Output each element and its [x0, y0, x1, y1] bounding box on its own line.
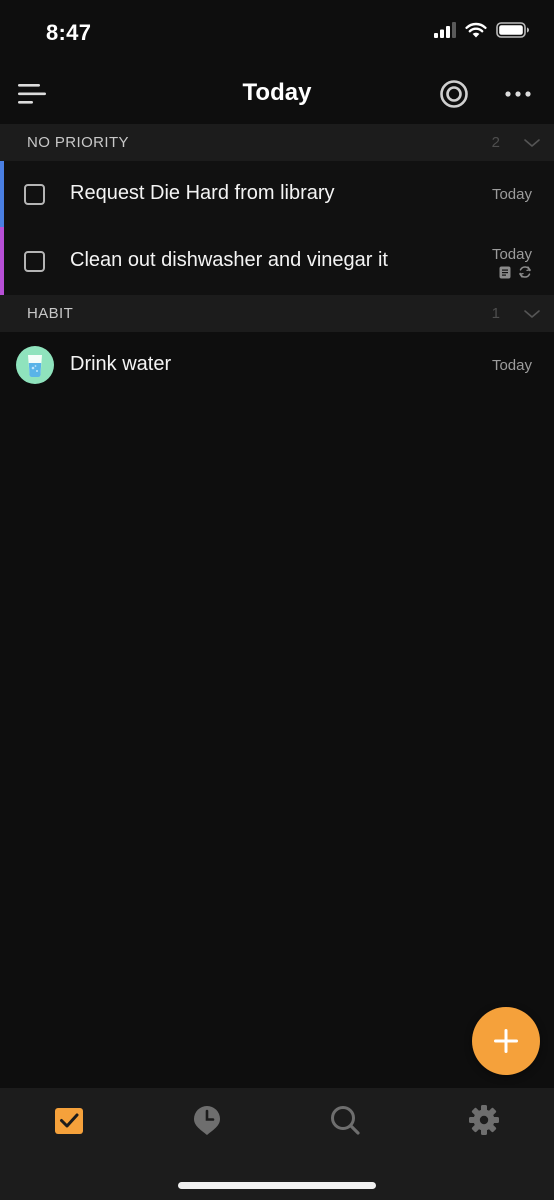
habit-icon[interactable] [16, 346, 54, 384]
plus-icon [494, 1029, 518, 1053]
focus-icon [440, 80, 468, 108]
more-icon [505, 91, 531, 97]
status-time: 8:47 [46, 20, 92, 45]
note-icon [499, 266, 511, 278]
more-options-button[interactable] [503, 80, 535, 108]
tab-search[interactable] [329, 1104, 361, 1136]
focus-button[interactable] [438, 78, 470, 110]
task-title: Request Die Hard from library [70, 182, 335, 204]
add-task-button[interactable] [472, 1007, 540, 1075]
chevron-down-icon[interactable] [522, 133, 542, 153]
habit-date: Today [491, 357, 532, 374]
chevron-down-icon[interactable] [522, 304, 542, 324]
task-date: Today [491, 246, 532, 263]
repeat-icon [518, 266, 532, 278]
status-bar: 8:47 [0, 0, 554, 66]
section-count: 1 [491, 305, 500, 322]
wifi-icon [465, 22, 487, 38]
tab-calendar[interactable] [191, 1104, 223, 1136]
list-color-bar [0, 227, 4, 295]
battery-icon [496, 22, 529, 38]
tab-tasks[interactable] [53, 1104, 85, 1136]
section-count: 2 [491, 134, 500, 151]
habit-row[interactable]: Drink water Today [0, 332, 554, 398]
section-header-habit[interactable]: HABIT 1 [0, 295, 554, 332]
home-indicator[interactable] [178, 1182, 376, 1189]
calendar-pin-icon [194, 1106, 220, 1135]
list-color-bar [0, 161, 4, 227]
task-row[interactable]: Clean out dishwasher and vinegar it Toda… [0, 227, 554, 295]
search-icon [331, 1106, 360, 1135]
habit-title: Drink water [70, 353, 172, 375]
task-checkbox[interactable] [24, 184, 45, 205]
section-title: NO PRIORITY [27, 134, 129, 151]
task-meta-icons [499, 265, 532, 279]
settings-gear-icon [469, 1105, 499, 1135]
cellular-signal-icon [434, 22, 456, 38]
today-screen: 8:47 Today NO PRIORITY 2 Request Die Har… [0, 0, 554, 1200]
page-title: Today [242, 79, 312, 106]
task-row[interactable]: Request Die Hard from library Today [0, 161, 554, 227]
water-glass-icon [28, 355, 42, 377]
tab-settings[interactable] [468, 1104, 500, 1136]
app-header: Today [0, 66, 554, 124]
task-date: Today [491, 186, 532, 203]
task-checkbox-icon [55, 1108, 83, 1134]
task-checkbox[interactable] [24, 251, 45, 272]
section-title: HABIT [27, 305, 74, 322]
task-title: Clean out dishwasher and vinegar it [70, 249, 388, 271]
status-icons [434, 22, 530, 38]
section-header-no-priority[interactable]: NO PRIORITY 2 [0, 124, 554, 161]
